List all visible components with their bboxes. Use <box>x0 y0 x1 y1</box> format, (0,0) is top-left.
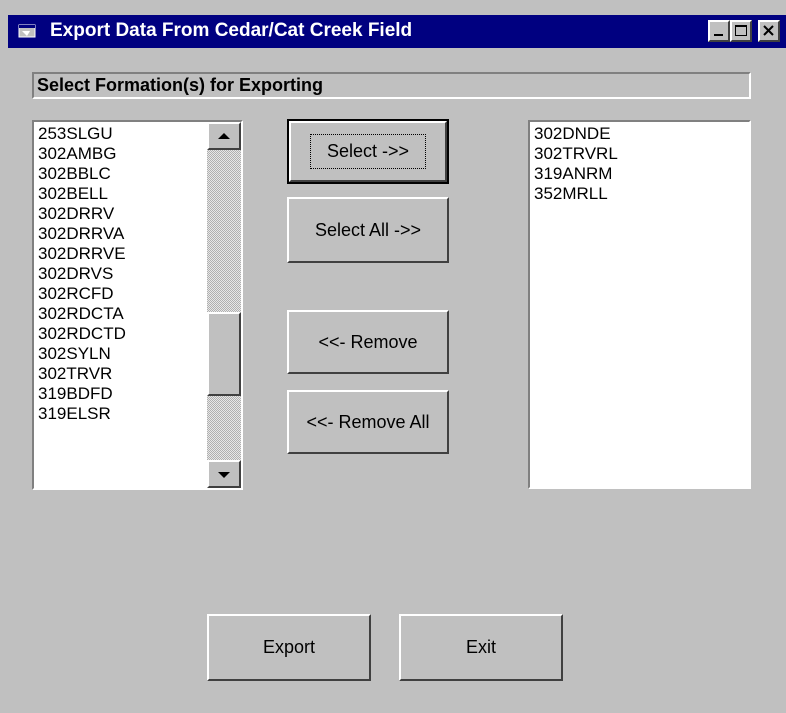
list-item[interactable]: 302RCFD <box>38 284 126 304</box>
remove-all-button-label: <<- Remove All <box>306 411 430 432</box>
window-title: Export Data From Cedar/Cat Creek Field <box>50 20 413 41</box>
list-item[interactable]: 302DNDE <box>534 124 618 144</box>
export-dialog: Export Data From Cedar/Cat Creek Field S… <box>0 0 786 713</box>
list-item[interactable]: 302TRVR <box>38 364 126 384</box>
exit-button-label: Exit <box>465 637 496 657</box>
available-formations-list[interactable]: 253SLGU 302AMBG 302BBLC 302BELL 302DRRV 302DR… <box>32 120 243 490</box>
list-item[interactable]: 302RDCTD <box>38 324 126 344</box>
list-item[interactable]: 302SYLN <box>38 344 126 364</box>
remove-button-label: <<- Remove <box>318 331 418 352</box>
select-all-button-label: Select All ->> <box>314 219 422 240</box>
selected-formations-list[interactable]: 302DNDE 302TRVRL 319ANRM 352MRLL <box>528 120 751 489</box>
maximize-icon <box>735 25 747 36</box>
scroll-thumb[interactable] <box>207 312 241 396</box>
list-item[interactable]: 302BELL <box>38 184 126 204</box>
list-item[interactable]: 302DRVS <box>38 264 126 284</box>
maximize-button[interactable] <box>730 20 752 42</box>
close-button[interactable] <box>758 20 780 42</box>
remove-all-button[interactable]: <<- Remove All <box>287 390 449 454</box>
minimize-button[interactable] <box>708 20 730 42</box>
arrow-up-icon <box>218 133 230 139</box>
minimize-icon <box>714 34 723 36</box>
select-all-button[interactable]: Select All ->> <box>287 197 449 263</box>
list-item[interactable]: 253SLGU <box>38 124 126 144</box>
list-item[interactable]: 302AMBG <box>38 144 126 164</box>
list-item[interactable]: 302DRRVA <box>38 224 126 244</box>
available-items: 253SLGU 302AMBG 302BBLC 302BELL 302DRRV 302DR… <box>38 124 126 424</box>
list-item[interactable]: 302RDCTA <box>38 304 126 324</box>
export-button-label: Export <box>262 637 316 657</box>
scroll-down-button[interactable] <box>207 460 241 488</box>
instruction-label: Select Formation(s) for Exporting <box>32 72 751 99</box>
export-button[interactable]: Export <box>207 614 371 681</box>
scroll-up-button[interactable] <box>207 122 241 150</box>
selected-items: 302DNDE 302TRVRL 319ANRM 352MRLL <box>534 124 618 204</box>
list-item[interactable]: 302DRRVE <box>38 244 126 264</box>
select-button-label: Select ->> <box>309 134 427 169</box>
title-bar[interactable]: Export Data From Cedar/Cat Creek Field <box>8 15 786 48</box>
list-item[interactable]: 319ELSR <box>38 404 126 424</box>
list-item[interactable]: 302BBLC <box>38 164 126 184</box>
list-item[interactable]: 319ANRM <box>534 164 618 184</box>
list-item[interactable]: 302TRVRL <box>534 144 618 164</box>
select-button[interactable]: Select ->> <box>287 119 449 184</box>
available-list-scrollbar[interactable] <box>207 122 241 488</box>
remove-button[interactable]: <<- Remove <box>287 310 449 374</box>
exit-button[interactable]: Exit <box>399 614 563 681</box>
list-item[interactable]: 302DRRV <box>38 204 126 224</box>
arrow-down-icon <box>218 472 230 478</box>
window-app-icon[interactable] <box>18 23 38 39</box>
list-item[interactable]: 352MRLL <box>534 184 618 204</box>
close-icon <box>763 25 774 36</box>
list-item[interactable]: 319BDFD <box>38 384 126 404</box>
